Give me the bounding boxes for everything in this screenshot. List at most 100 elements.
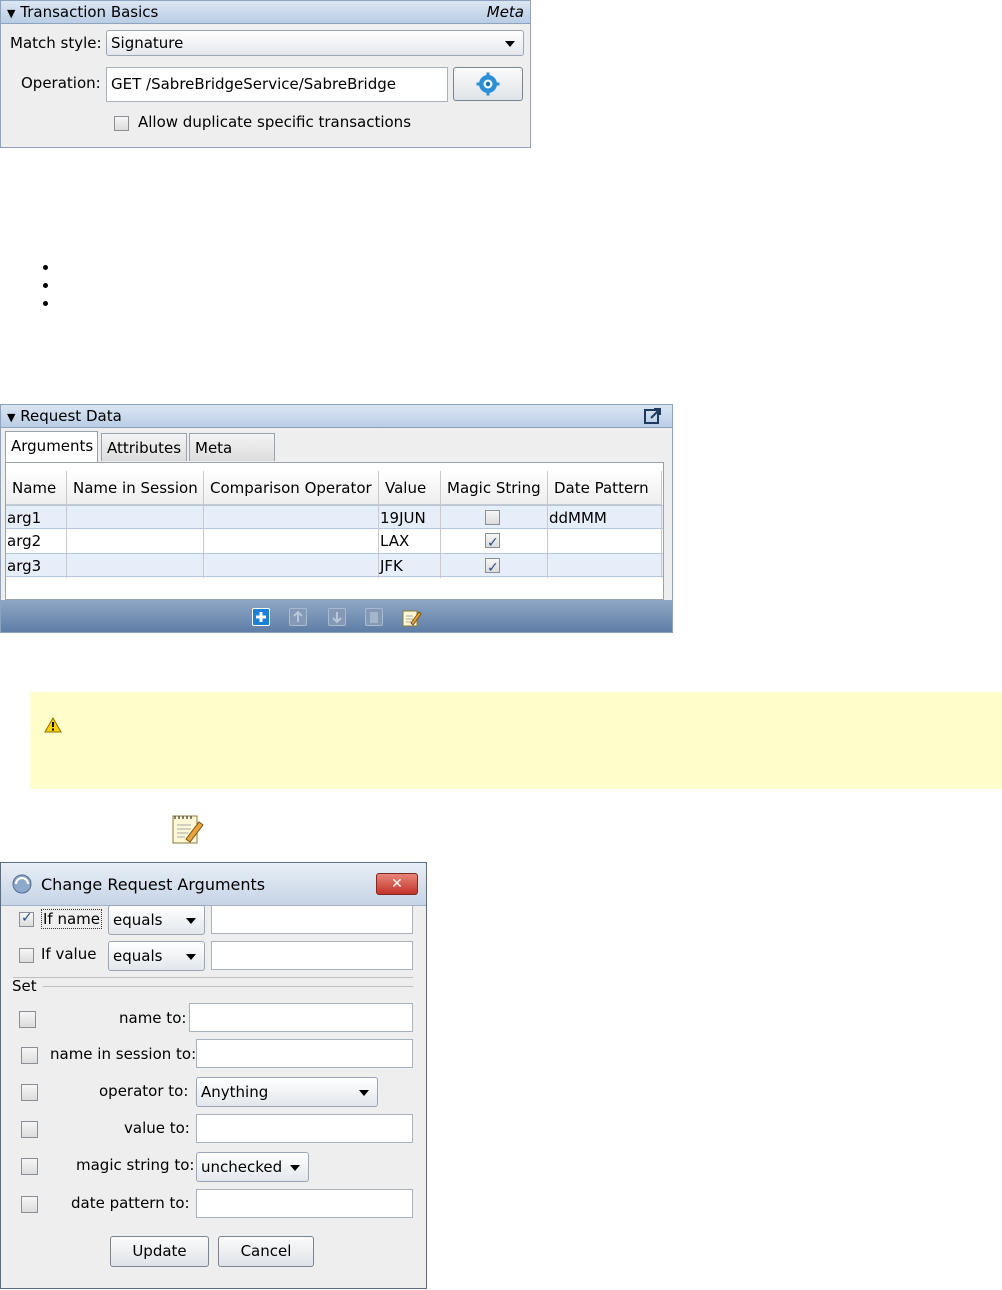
column-header-magic-string[interactable]: Magic String	[441, 471, 548, 505]
tab-arguments[interactable]: Arguments	[5, 431, 98, 462]
chevron-down-icon	[186, 954, 196, 960]
operation-label: Operation:	[21, 74, 101, 92]
if-value-label: If value	[41, 945, 97, 963]
request-data-title: Request Data	[20, 407, 122, 425]
match-style-label: Match style:	[10, 34, 102, 52]
tab-attributes-label: Attributes	[107, 439, 182, 457]
operation-settings-button[interactable]	[453, 67, 523, 101]
cell-date-pattern[interactable]: ddMMM	[548, 506, 662, 530]
name-in-session-to-input[interactable]	[196, 1039, 413, 1068]
cancel-button-label: Cancel	[240, 1242, 292, 1260]
add-icon[interactable]	[252, 608, 270, 626]
set-date-pattern-checkbox[interactable]	[21, 1196, 38, 1213]
cell-name-in-session[interactable]	[67, 554, 204, 578]
cell-date-pattern[interactable]	[548, 554, 662, 578]
cell-name[interactable]: arg1	[6, 506, 67, 530]
request-data-header[interactable]: ▼ Request Data	[1, 405, 672, 428]
set-value-checkbox[interactable]	[21, 1121, 38, 1138]
meta-link[interactable]: Meta	[487, 1, 524, 23]
set-section-label: Set	[12, 977, 37, 995]
set-name-checkbox[interactable]	[19, 1011, 36, 1028]
magic-string-to-dropdown[interactable]: unchecked	[196, 1152, 309, 1182]
arguments-table: Name Name in Session Comparison Operator…	[5, 462, 664, 600]
delete-icon[interactable]	[365, 608, 383, 626]
set-name-in-session-checkbox[interactable]	[21, 1047, 38, 1064]
set-operator-checkbox[interactable]	[21, 1084, 38, 1101]
collapse-triangle-icon[interactable]: ▼	[7, 411, 15, 424]
dialog-title-bar[interactable]: Change Request Arguments ✕	[1, 863, 426, 906]
if-name-operator-value: equals	[113, 911, 163, 929]
cell-magic-string[interactable]	[441, 506, 548, 530]
close-icon: ✕	[391, 876, 403, 892]
edit-icon[interactable]	[402, 608, 422, 627]
chevron-down-icon	[505, 41, 515, 47]
if-name-input[interactable]	[211, 905, 413, 934]
divider	[43, 986, 413, 987]
name-to-input[interactable]	[189, 1003, 413, 1032]
transaction-basics-header[interactable]: ▼ Transaction Basics Meta	[1, 1, 530, 24]
if-value-input[interactable]	[211, 941, 413, 970]
cell-magic-string[interactable]: ✓	[441, 529, 548, 553]
table-row[interactable]: arg3 JFK ✓	[6, 553, 663, 578]
tab-meta-data[interactable]: Meta Data	[189, 433, 275, 485]
close-button[interactable]: ✕	[376, 873, 418, 895]
allow-duplicates-checkbox[interactable]	[114, 116, 129, 131]
cancel-button[interactable]: Cancel	[218, 1236, 314, 1267]
cell-value[interactable]: LAX	[379, 529, 441, 553]
match-style-dropdown[interactable]: Signature	[106, 30, 524, 56]
cell-value[interactable]: JFK	[379, 554, 441, 578]
if-value-checkbox[interactable]	[19, 948, 34, 963]
list-bullet	[43, 265, 48, 270]
cell-comparison-operator[interactable]	[204, 506, 379, 530]
if-name-operator-dropdown[interactable]: equals	[108, 905, 205, 935]
tab-attributes[interactable]: Attributes	[101, 433, 187, 461]
set-magic-string-checkbox[interactable]	[21, 1158, 38, 1175]
magic-string-to-label: magic string to:	[76, 1156, 195, 1174]
move-up-icon[interactable]	[289, 608, 307, 626]
transaction-basics-panel: ▼ Transaction Basics Meta Match style: S…	[0, 0, 531, 148]
tab-arguments-label: Arguments	[11, 437, 94, 455]
column-header-date-pattern[interactable]: Date Pattern	[548, 471, 662, 505]
magic-string-checkbox[interactable]: ✓	[485, 533, 500, 551]
collapse-triangle-icon[interactable]: ▼	[7, 7, 15, 20]
cell-magic-string[interactable]: ✓	[441, 554, 548, 578]
value-to-input[interactable]	[196, 1114, 413, 1143]
cell-name[interactable]: arg3	[6, 554, 67, 578]
cell-name-in-session[interactable]	[67, 529, 204, 553]
operator-to-dropdown[interactable]: Anything	[196, 1077, 378, 1107]
cell-comparison-operator[interactable]	[204, 554, 379, 578]
checkmark-icon: ✓	[21, 910, 33, 926]
pop-out-icon[interactable]	[644, 407, 662, 425]
cell-comparison-operator[interactable]	[204, 529, 379, 553]
operator-to-value: Anything	[201, 1083, 269, 1101]
if-name-checkbox[interactable]: ✓	[19, 910, 34, 927]
column-header-value[interactable]: Value	[379, 471, 441, 505]
operation-field[interactable]: GET /SabreBridgeService/SabreBridge	[106, 67, 448, 102]
cell-date-pattern[interactable]	[548, 529, 662, 553]
magic-string-checkbox[interactable]	[485, 510, 500, 525]
cell-value[interactable]: 19JUN	[379, 506, 441, 530]
if-value-operator-value: equals	[113, 947, 163, 965]
warning-note	[30, 692, 1002, 789]
move-down-icon[interactable]	[328, 608, 346, 626]
cell-name[interactable]: arg2	[6, 529, 67, 553]
if-value-operator-dropdown[interactable]: equals	[108, 941, 205, 971]
date-pattern-to-input[interactable]	[196, 1189, 413, 1218]
edit-icon	[172, 815, 204, 844]
column-header-name[interactable]: Name	[6, 471, 67, 505]
table-row[interactable]: arg1 19JUN ddMMM	[6, 505, 663, 530]
dialog-title: Change Request Arguments	[41, 875, 266, 894]
table-row[interactable]: arg2 LAX ✓	[6, 529, 663, 553]
cell-name-in-session[interactable]	[67, 506, 204, 530]
column-header-name-in-session[interactable]: Name in Session	[67, 471, 204, 505]
gear-icon	[476, 72, 500, 96]
chevron-down-icon	[186, 918, 196, 924]
chevron-down-icon	[359, 1090, 369, 1096]
match-style-value: Signature	[111, 34, 184, 52]
list-bullet	[43, 283, 48, 288]
column-header-comparison-operator[interactable]: Comparison Operator	[204, 471, 379, 505]
magic-string-checkbox[interactable]: ✓	[485, 558, 500, 576]
request-data-toolbar	[1, 600, 672, 632]
update-button[interactable]: Update	[110, 1236, 209, 1267]
app-icon	[12, 874, 32, 894]
